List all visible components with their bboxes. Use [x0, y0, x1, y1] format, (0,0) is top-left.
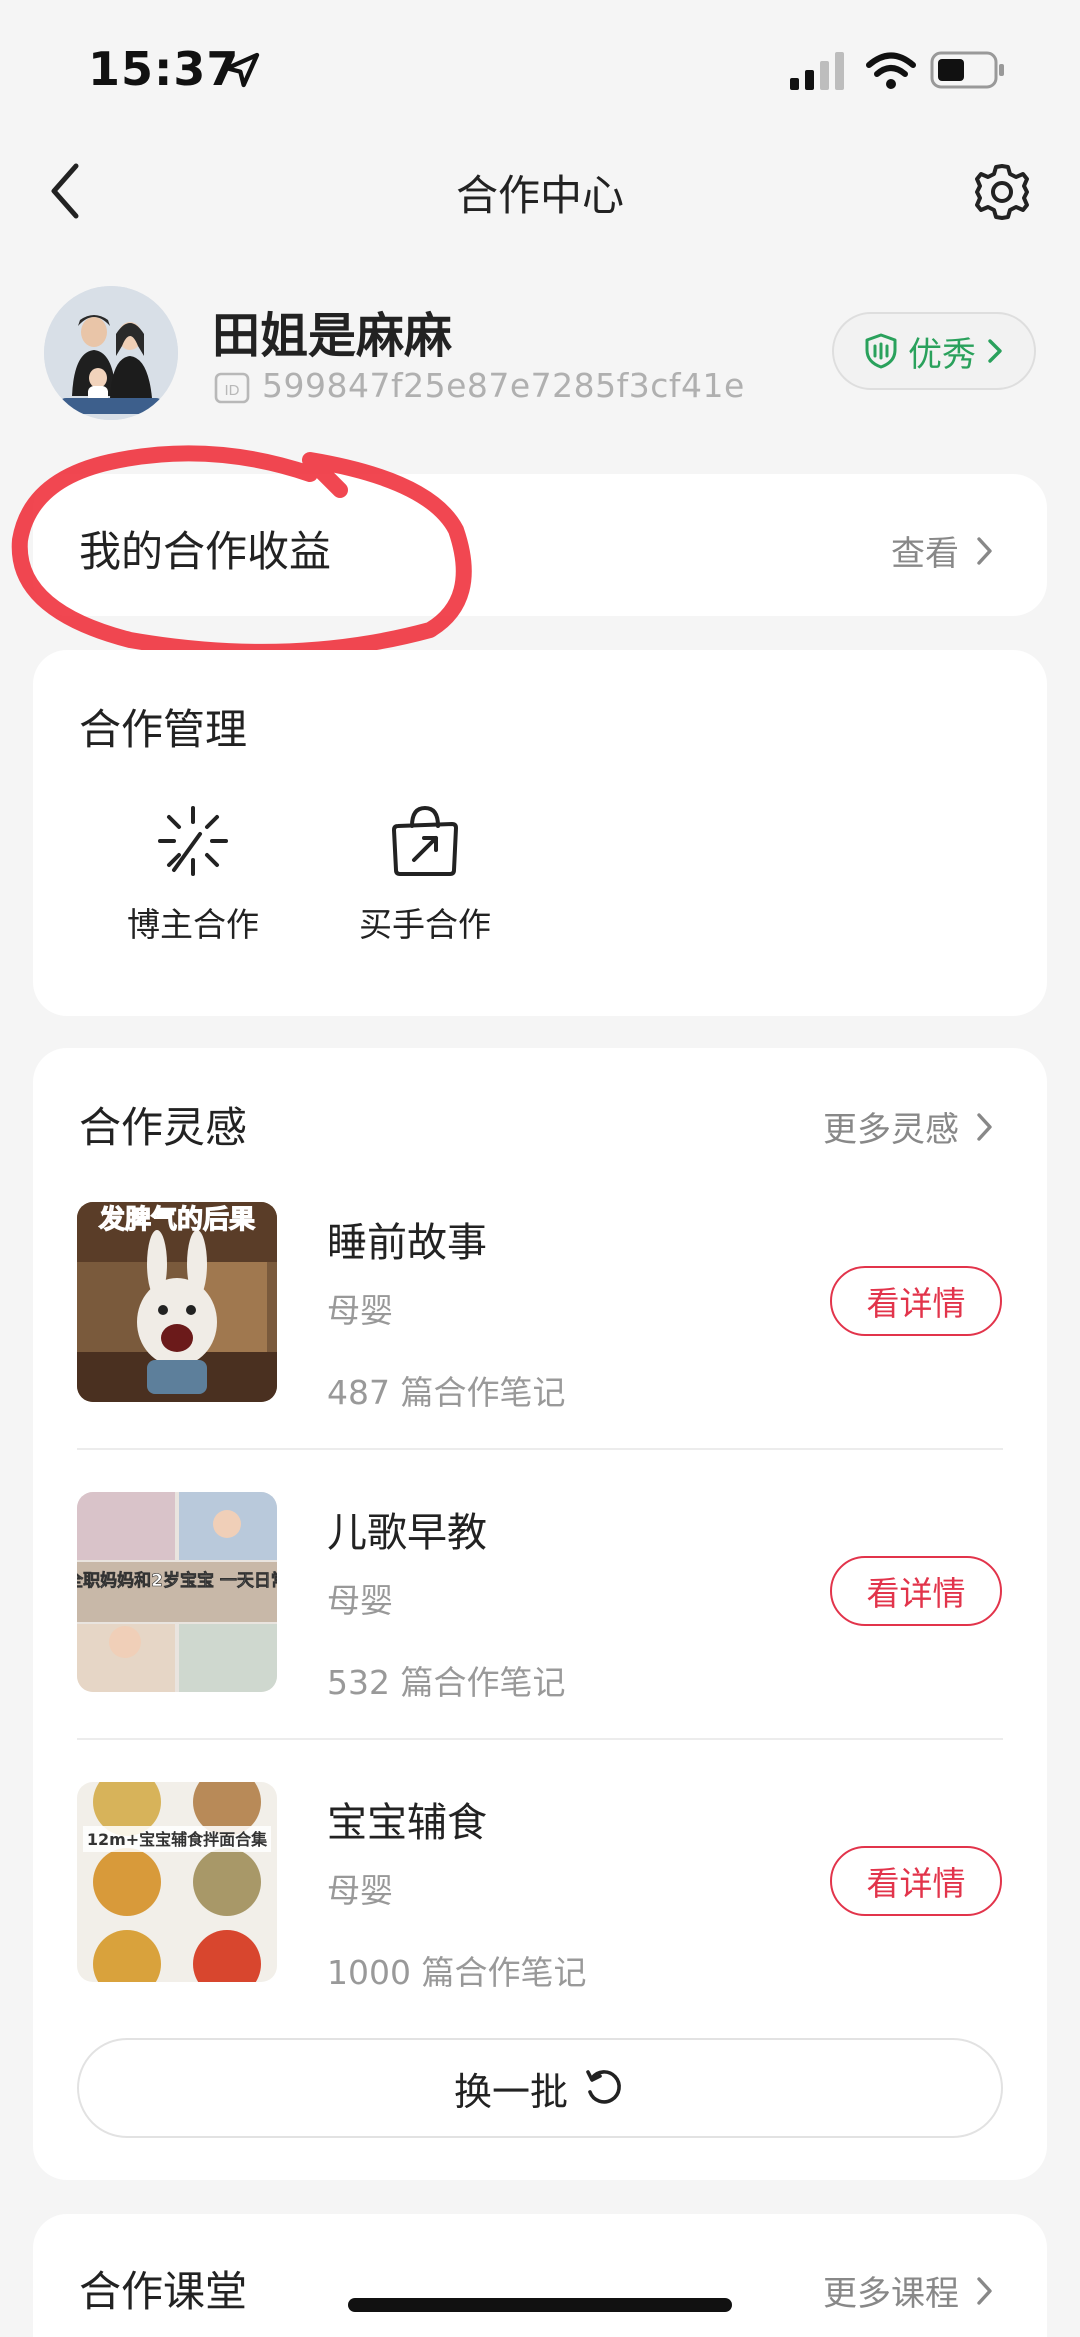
inspiration-title: 合作灵感: [79, 1103, 248, 1152]
inspiration-category: 母婴: [327, 1291, 393, 1330]
blogger-cooperation-item[interactable]: 博主合作: [113, 800, 273, 946]
battery-icon: [930, 51, 1004, 89]
more-courses-link[interactable]: 更多课程: [823, 2266, 995, 2315]
bedtime-story-thumbnail: 发脾气的后果: [77, 1202, 277, 1402]
location-arrow-icon: [224, 52, 260, 88]
view-details-button[interactable]: 看详情: [830, 1556, 1002, 1626]
more-inspiration-label: 更多灵感: [823, 1110, 959, 1150]
earnings-card[interactable]: 我的合作收益 查看: [33, 474, 1047, 616]
chevron-right-icon: [988, 339, 1002, 363]
svg-text:ID: ID: [225, 382, 240, 399]
divider: [77, 1448, 1003, 1450]
user-id: 599847f25e87e7285f3cf41e: [262, 366, 745, 405]
inspiration-name: 宝宝辅食: [327, 1800, 487, 1846]
divider: [77, 1738, 1003, 1740]
inspiration-category: 母婴: [327, 1581, 393, 1620]
cellular-signal-icon: [790, 52, 844, 90]
earnings-title: 我的合作收益: [79, 527, 332, 576]
page-title: 合作中心: [455, 171, 624, 220]
chevron-right-icon: [977, 1112, 992, 1141]
inspiration-category: 母婴: [327, 1871, 393, 1910]
view-details-button[interactable]: 看详情: [830, 1266, 1002, 1336]
classroom-card: 合作课堂 更多课程: [33, 2214, 1047, 2337]
shopping-bag-icon: [392, 805, 458, 876]
inspiration-note-count: 532 篇合作笔记: [327, 1663, 566, 1702]
status-time: 15:37: [88, 42, 240, 96]
status-bar: 15:37: [0, 0, 1080, 140]
baby-food-thumbnail: 12m+宝宝辅食拌面合集: [77, 1782, 277, 1982]
inspiration-card: 合作灵感 更多灵感 发脾气的后果 睡前故事 母婴 487 篇合作笔记 看详情 全…: [33, 1048, 1047, 2180]
refresh-icon: [586, 2070, 621, 2104]
view-details-button[interactable]: 看详情: [830, 1846, 1002, 1916]
inspiration-name: 睡前故事: [327, 1220, 487, 1266]
inspiration-note-count: 1000 篇合作笔记: [327, 1953, 587, 1992]
inspiration-name: 儿歌早教: [327, 1510, 487, 1556]
thumbnail-caption: 全职妈妈和2岁宝宝 一天日常: [77, 1570, 277, 1591]
more-courses-label: 更多课程: [823, 2274, 959, 2314]
management-title: 合作管理: [79, 705, 248, 754]
refresh-label: 换一批: [453, 2069, 568, 2114]
chevron-right-icon: [977, 2276, 992, 2305]
refresh-batch-button[interactable]: 换一批: [77, 2038, 1003, 2138]
avatar[interactable]: [44, 286, 178, 420]
buyer-cooperation-item[interactable]: 买手合作: [345, 800, 505, 946]
more-inspiration-link[interactable]: 更多灵感: [823, 1102, 995, 1151]
blogger-cooperation-label: 博主合作: [127, 905, 259, 944]
management-card: 合作管理 博主合作 买手合作: [33, 650, 1047, 1016]
sparkle-icon: [158, 806, 228, 876]
wifi-icon: [866, 52, 916, 89]
username: 田姐是麻麻: [212, 308, 453, 364]
chevron-right-icon: [977, 536, 992, 565]
level-badge[interactable]: 优秀: [832, 312, 1036, 390]
id-card-icon: ID: [214, 372, 250, 404]
thumbnail-caption: 12m+宝宝辅食拌面合集: [87, 1830, 268, 1849]
nursery-rhyme-thumbnail: 全职妈妈和2岁宝宝 一天日常: [77, 1492, 277, 1692]
thumbnail-caption: 发脾气的后果: [98, 1204, 255, 1235]
list-item[interactable]: 12m+宝宝辅食拌面合集 宝宝辅食 母婴 1000 篇合作笔记 看详情: [33, 1782, 1047, 2072]
shield-icon: [865, 333, 897, 369]
classroom-title: 合作课堂: [79, 2267, 248, 2316]
gear-icon[interactable]: [972, 162, 1032, 222]
earnings-view-label: 查看: [891, 534, 959, 574]
earnings-view-link[interactable]: 查看: [891, 526, 995, 575]
home-indicator[interactable]: [348, 2298, 732, 2312]
inspiration-note-count: 487 篇合作笔记: [327, 1373, 566, 1412]
level-label: 优秀: [908, 334, 976, 375]
buyer-cooperation-label: 买手合作: [359, 905, 491, 944]
